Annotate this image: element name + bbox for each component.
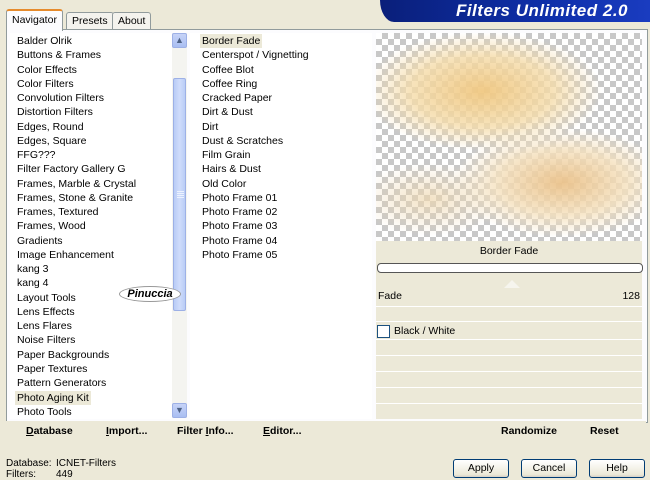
category-item[interactable]: Noise Filters: [17, 333, 75, 347]
category-item[interactable]: Photo Tools: [17, 405, 72, 419]
category-item[interactable]: Paper Backgrounds: [17, 348, 109, 362]
apply-button[interactable]: Apply: [453, 459, 509, 478]
category-item[interactable]: Gradients: [17, 234, 63, 248]
black-white-checkbox[interactable]: [377, 324, 390, 338]
category-item[interactable]: kang 3: [17, 262, 49, 276]
filter-item[interactable]: Old Color: [202, 177, 246, 191]
filters-key: Filters:: [6, 469, 36, 480]
tab-presets[interactable]: Presets: [66, 12, 114, 29]
filter-title: Border Fade: [479, 245, 539, 257]
category-item[interactable]: Frames, Stone & Granite: [17, 191, 133, 205]
import-button[interactable]: Import...: [106, 425, 147, 437]
filter-item[interactable]: Film Grain: [202, 148, 250, 162]
filter-item[interactable]: Dust & Scratches: [202, 134, 283, 148]
category-item[interactable]: Frames, Marble & Crystal: [17, 177, 136, 191]
category-item[interactable]: Layout Tools: [17, 291, 76, 305]
filter-item[interactable]: Centerspot / Vignetting: [202, 48, 309, 62]
filter-controls: Border Fade Fade 128 Black / White: [376, 241, 643, 419]
category-item[interactable]: Balder Olrik: [17, 34, 72, 48]
category-item[interactable]: Frames, Wood: [17, 219, 86, 233]
category-item[interactable]: Edges, Square: [17, 134, 86, 148]
editor-button[interactable]: Editor...: [263, 425, 302, 437]
category-item[interactable]: Color Filters: [17, 77, 74, 91]
help-button[interactable]: Help: [589, 459, 645, 478]
category-item[interactable]: Lens Effects: [17, 305, 75, 319]
filter-list[interactable]: Border Fade Centerspot / Vignetting Coffee…: [190, 33, 372, 419]
filter-item[interactable]: Photo Frame 02: [202, 205, 277, 219]
scroll-up-button[interactable]: ▲: [172, 33, 187, 48]
filter-item[interactable]: Photo Frame 04: [202, 234, 277, 248]
title-banner: Filters Unlimited 2.0: [380, 0, 650, 22]
randomize-button[interactable]: Randomize: [501, 425, 557, 437]
preview-art: [376, 33, 642, 241]
category-list[interactable]: Balder Olrik Buttons & Frames Color Effect…: [10, 33, 172, 419]
black-white-label: Black / White: [394, 325, 456, 337]
reset-button[interactable]: Reset: [590, 425, 619, 437]
preview-image: [376, 33, 642, 241]
filter-info-button[interactable]: Filter Info...: [177, 425, 234, 437]
tab-navigator[interactable]: Navigator: [6, 9, 63, 31]
category-item[interactable]: Buttons & Frames: [17, 48, 101, 62]
cancel-button[interactable]: Cancel: [521, 459, 577, 478]
filter-item[interactable]: Border Fade: [200, 34, 263, 48]
filter-item[interactable]: Hairs & Dust: [202, 162, 261, 176]
app-title: Filters Unlimited 2.0: [455, 1, 628, 20]
tab-about[interactable]: About: [112, 12, 152, 29]
category-item[interactable]: Filter Factory Gallery G: [17, 162, 126, 176]
scroll-down-button[interactable]: ▼: [172, 403, 187, 418]
filters-count: 449: [56, 469, 73, 480]
filter-item[interactable]: Cracked Paper: [202, 91, 272, 105]
filter-item[interactable]: Photo Frame 03: [202, 219, 277, 233]
chevron-down-icon: ▼: [175, 405, 184, 415]
chevron-up-icon: ▲: [175, 35, 184, 45]
progress-bar: [377, 263, 643, 273]
category-scrollbar[interactable]: ▲ ▼: [172, 33, 187, 418]
filter-item[interactable]: Dirt & Dust: [202, 105, 253, 119]
status-area: Database: ICNET-Filters Filters: 449: [6, 458, 116, 480]
bottom-toolbar: Database Import... Filter Info... Editor…: [6, 421, 646, 443]
category-item[interactable]: Photo Aging Kit: [15, 390, 91, 405]
filter-item[interactable]: Photo Frame 01: [202, 191, 277, 205]
category-item[interactable]: FFG???: [17, 148, 56, 162]
filter-item[interactable]: Photo Frame 05: [202, 248, 277, 262]
filter-item[interactable]: Dirt: [202, 120, 218, 134]
database-key: Database:: [6, 458, 52, 469]
category-item[interactable]: Convolution Filters: [17, 91, 104, 105]
category-item[interactable]: Pattern Generators: [17, 376, 106, 390]
database-button[interactable]: Database: [26, 425, 73, 437]
category-item[interactable]: Color Effects: [17, 63, 77, 77]
category-item[interactable]: Frames, Textured: [17, 205, 99, 219]
scroll-thumb[interactable]: [173, 78, 186, 311]
filter-item[interactable]: Coffee Ring: [202, 77, 257, 91]
black-white-option[interactable]: Black / White: [377, 324, 455, 338]
slider-thumb-icon[interactable]: [504, 280, 520, 288]
category-item[interactable]: Image Enhancement: [17, 248, 114, 262]
category-item[interactable]: Lens Flares: [17, 319, 72, 333]
fade-slider[interactable]: Fade 128: [376, 280, 642, 304]
category-item[interactable]: kang 4: [17, 276, 49, 290]
database-value: ICNET-Filters: [56, 458, 116, 469]
fade-label: Fade: [378, 290, 402, 302]
watermark-logo: Pinuccia: [120, 287, 180, 301]
category-item[interactable]: Edges, Round: [17, 120, 84, 134]
category-item[interactable]: Distortion Filters: [17, 105, 93, 119]
filter-item[interactable]: Coffee Blot: [202, 63, 254, 77]
category-item[interactable]: Paper Textures: [17, 362, 87, 376]
fade-value: 128: [622, 290, 640, 302]
